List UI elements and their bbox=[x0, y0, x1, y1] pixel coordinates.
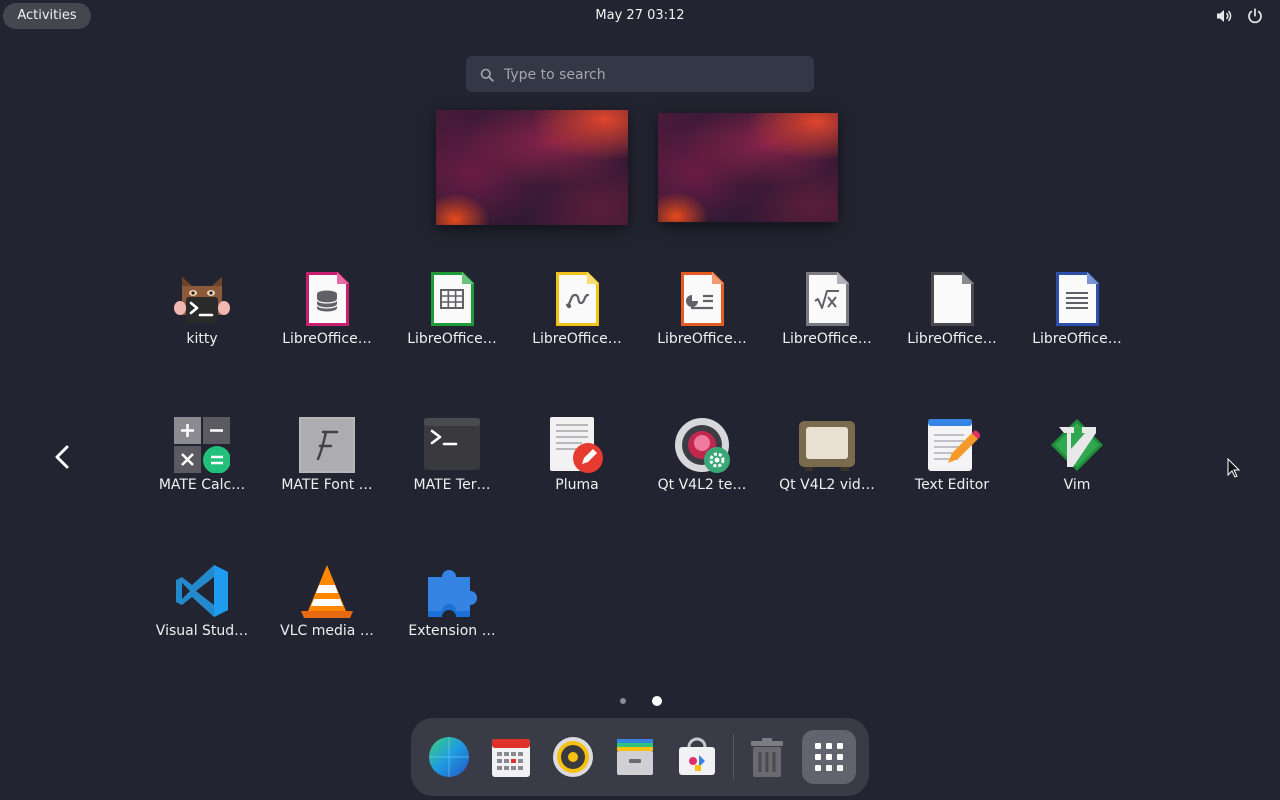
chevron-left-icon bbox=[55, 445, 69, 469]
libreoffice-calc-icon bbox=[424, 271, 480, 327]
qt-v4l2-video-icon bbox=[799, 417, 855, 473]
app-libreoffice-draw[interactable]: LibreOffice… bbox=[517, 255, 637, 365]
workspace-thumbnail-1[interactable] bbox=[436, 110, 628, 225]
search-input[interactable] bbox=[502, 56, 806, 94]
app-label: VLC media … bbox=[280, 623, 374, 639]
page-dot-1[interactable] bbox=[620, 698, 626, 704]
show-apps-button[interactable] bbox=[802, 730, 856, 784]
app-label: LibreOffice… bbox=[407, 331, 497, 347]
dock-trash[interactable] bbox=[740, 730, 794, 784]
libreoffice-writer-icon bbox=[1049, 271, 1105, 327]
app-label: LibreOffice… bbox=[282, 331, 372, 347]
app-qt-v4l2-video[interactable]: Qt V4L2 vid… bbox=[767, 401, 887, 511]
clock[interactable]: May 27 03:12 bbox=[540, 0, 740, 32]
app-kitty[interactable]: kitty bbox=[142, 255, 262, 365]
workspace-thumbnail-2[interactable] bbox=[658, 113, 838, 222]
app-label: LibreOffice… bbox=[907, 331, 997, 347]
trash-icon bbox=[751, 738, 783, 777]
app-label: Extension … bbox=[408, 623, 496, 639]
vscode-icon bbox=[174, 563, 230, 619]
previous-page-button[interactable] bbox=[50, 442, 74, 472]
app-label: Vim bbox=[1063, 477, 1091, 493]
dock bbox=[411, 718, 869, 796]
dock-separator bbox=[733, 734, 734, 780]
app-label: MATE Ter… bbox=[413, 477, 491, 493]
dock-software[interactable] bbox=[670, 730, 724, 784]
app-label: Visual Stud… bbox=[155, 623, 249, 639]
app-label: LibreOffice… bbox=[532, 331, 622, 347]
app-label: Text Editor bbox=[914, 477, 990, 493]
activities-button[interactable]: Activities bbox=[3, 3, 91, 29]
app-mate-terminal[interactable]: MATE Ter… bbox=[392, 401, 512, 511]
app-label: Pluma bbox=[555, 477, 599, 493]
mouse-cursor-icon bbox=[1227, 457, 1241, 482]
app-libreoffice-math[interactable]: LibreOffice… bbox=[767, 255, 887, 365]
app-mate-calculator[interactable]: MATE Calc… bbox=[142, 401, 262, 511]
app-libreoffice-writer[interactable]: LibreOffice… bbox=[1017, 255, 1137, 365]
search-icon bbox=[480, 67, 494, 86]
page-indicator bbox=[612, 692, 672, 710]
extension-icon bbox=[424, 563, 480, 619]
pluma-icon bbox=[549, 417, 605, 473]
rhythmbox-icon bbox=[553, 737, 593, 777]
dock-files[interactable] bbox=[608, 730, 662, 784]
app-vlc[interactable]: VLC media … bbox=[267, 547, 387, 657]
vim-icon bbox=[1049, 417, 1105, 473]
app-libreoffice-base[interactable]: LibreOffice… bbox=[267, 255, 387, 365]
kitty-icon bbox=[174, 271, 230, 327]
app-vscode[interactable]: Visual Stud… bbox=[142, 547, 262, 657]
app-libreoffice-impress[interactable]: LibreOffice… bbox=[642, 255, 762, 365]
mate-calculator-icon bbox=[174, 417, 230, 473]
vlc-icon bbox=[299, 563, 355, 619]
app-label: LibreOffice… bbox=[782, 331, 872, 347]
show-apps-icon bbox=[815, 743, 843, 771]
app-label: Qt V4L2 te… bbox=[657, 477, 747, 493]
app-extension-manager[interactable]: Extension … bbox=[392, 547, 512, 657]
app-label: Qt V4L2 vid… bbox=[779, 477, 875, 493]
volume-icon[interactable] bbox=[1215, 7, 1233, 25]
app-libreoffice[interactable]: LibreOffice… bbox=[892, 255, 1012, 365]
mate-font-viewer-icon bbox=[299, 417, 355, 473]
software-icon bbox=[679, 737, 715, 775]
files-icon bbox=[617, 739, 653, 775]
app-label: LibreOffice… bbox=[1032, 331, 1122, 347]
app-libreoffice-calc[interactable]: LibreOffice… bbox=[392, 255, 512, 365]
app-text-editor[interactable]: Text Editor bbox=[892, 401, 1012, 511]
dock-calendar[interactable] bbox=[484, 730, 538, 784]
dock-browser[interactable] bbox=[422, 730, 476, 784]
libreoffice-draw-icon bbox=[549, 271, 605, 327]
browser-icon bbox=[429, 737, 469, 777]
app-label: kitty bbox=[186, 331, 218, 347]
app-vim[interactable]: Vim bbox=[1017, 401, 1137, 511]
calendar-icon bbox=[492, 739, 530, 777]
search-box[interactable] bbox=[466, 56, 814, 94]
page-dot-2-active[interactable] bbox=[652, 696, 662, 706]
app-label: MATE Font … bbox=[281, 477, 373, 493]
dock-rhythmbox[interactable] bbox=[546, 730, 600, 784]
mate-terminal-icon bbox=[424, 417, 480, 473]
app-label: LibreOffice… bbox=[657, 331, 747, 347]
qt-v4l2-test-icon bbox=[674, 417, 730, 473]
app-pluma[interactable]: Pluma bbox=[517, 401, 637, 511]
libreoffice-icon bbox=[924, 271, 980, 327]
system-menu[interactable] bbox=[1215, 7, 1264, 25]
app-qt-v4l2-test[interactable]: Qt V4L2 te… bbox=[642, 401, 762, 511]
power-icon[interactable] bbox=[1246, 7, 1264, 25]
app-label: MATE Calc… bbox=[158, 477, 246, 493]
libreoffice-impress-icon bbox=[674, 271, 730, 327]
top-bar: Activities May 27 03:12 bbox=[0, 0, 1280, 32]
libreoffice-math-icon bbox=[799, 271, 855, 327]
app-mate-font-viewer[interactable]: MATE Font … bbox=[267, 401, 387, 511]
text-editor-icon bbox=[924, 417, 980, 473]
libreoffice-base-icon bbox=[299, 271, 355, 327]
